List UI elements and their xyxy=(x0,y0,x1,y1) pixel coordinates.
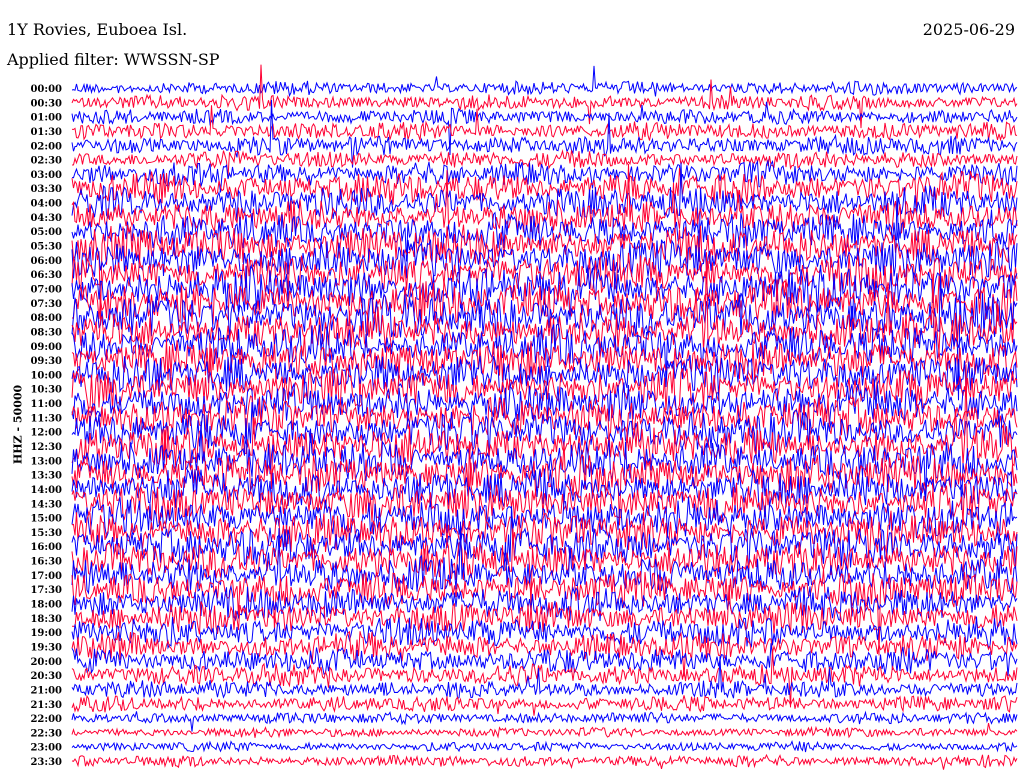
trace-2230 xyxy=(71,722,1018,739)
row-time-label: 20:30 xyxy=(30,671,62,682)
row-time-label: 18:30 xyxy=(30,614,62,625)
row-time-label: 13:30 xyxy=(30,471,62,482)
row-time-label: 06:00 xyxy=(30,256,62,267)
row-time-label: 07:30 xyxy=(30,299,62,310)
row-time-label: 16:30 xyxy=(30,557,62,568)
trace-2200 xyxy=(71,710,1018,732)
row-time-label: 14:30 xyxy=(30,499,62,510)
row-time-label: 10:30 xyxy=(30,385,62,396)
row-time-label: 00:00 xyxy=(30,84,62,95)
row-time-label: 03:30 xyxy=(30,184,62,195)
row-time-label: 12:30 xyxy=(30,442,62,453)
row-time-label: 13:00 xyxy=(30,456,62,467)
row-time-label: 22:30 xyxy=(30,728,62,739)
row-time-label: 05:30 xyxy=(30,242,62,253)
row-time-label: 18:00 xyxy=(30,600,62,611)
trace-0230 xyxy=(71,149,1018,178)
row-time-label: 08:00 xyxy=(30,313,62,324)
row-time-label: 03:00 xyxy=(30,170,62,181)
row-time-label: 17:30 xyxy=(30,585,62,596)
trace-0130 xyxy=(71,105,1018,142)
row-time-label: 21:00 xyxy=(30,685,62,696)
row-time-label: 09:30 xyxy=(30,356,62,367)
row-time-label: 07:00 xyxy=(30,284,62,295)
row-time-label: 20:00 xyxy=(30,657,62,668)
row-time-label: 14:00 xyxy=(30,485,62,496)
row-time-label: 12:00 xyxy=(30,428,62,439)
row-time-label: 05:00 xyxy=(30,227,62,238)
row-time-label: 10:00 xyxy=(30,370,62,381)
row-time-label: 23:00 xyxy=(30,743,62,754)
row-time-label: 15:30 xyxy=(30,528,62,539)
row-time-label: 02:00 xyxy=(30,141,62,152)
row-time-label: 19:00 xyxy=(30,628,62,639)
row-time-label: 17:00 xyxy=(30,571,62,582)
trace-2330 xyxy=(71,753,1018,770)
trace-2130 xyxy=(71,694,1018,716)
row-time-label: 09:00 xyxy=(30,342,62,353)
row-time-label: 02:30 xyxy=(30,156,62,167)
trace-0000 xyxy=(71,65,1018,98)
row-time-label: 00:30 xyxy=(30,98,62,109)
row-time-label: 01:30 xyxy=(30,127,62,138)
row-time-label: 11:30 xyxy=(30,413,62,424)
row-time-label: 06:30 xyxy=(30,270,62,281)
row-time-label: 15:00 xyxy=(30,514,62,525)
row-time-label: 08:30 xyxy=(30,327,62,338)
row-time-label: 21:30 xyxy=(30,700,62,711)
trace-2300 xyxy=(71,739,1018,753)
row-time-label: 23:30 xyxy=(30,757,62,768)
helicorder-plot: 00:00 00:30 01:00 01:30 02:00 02:30 03:00 03:30… xyxy=(30,64,1018,770)
row-time-label: 19:30 xyxy=(30,642,62,653)
trace-0900 xyxy=(71,323,1018,382)
row-time-label: 11:00 xyxy=(30,399,62,410)
row-time-label: 04:00 xyxy=(30,199,62,210)
row-time-label: 01:00 xyxy=(30,113,62,124)
row-time-label: 16:00 xyxy=(30,542,62,553)
row-time-label: 22:00 xyxy=(30,714,62,725)
row-time-label: 04:30 xyxy=(30,213,62,224)
